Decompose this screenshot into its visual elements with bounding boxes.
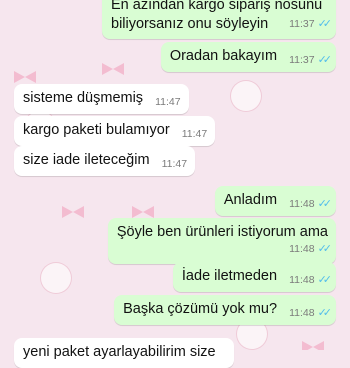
message-text: sisteme düşmemiş	[23, 90, 144, 106]
message-text: En azından kargo sipariş nosunu	[111, 0, 323, 13]
message-time: 11:37	[289, 54, 315, 66]
message-text: size iade ileteceğim	[23, 152, 150, 168]
message-time: 11:47	[181, 128, 208, 140]
message-text: kargo paketi bulamıyor	[23, 122, 170, 138]
outgoing-message[interactable]: Oradan bakayım 11:37 ✓✓	[160, 42, 336, 72]
message-time: 11:47	[155, 96, 181, 108]
message-text: Oradan bakayım	[169, 48, 278, 64]
outgoing-message[interactable]: Başka çözümü yok mu? 11:48 ✓✓	[114, 295, 336, 325]
outgoing-message[interactable]: Anladım 11:48 ✓✓	[214, 186, 336, 216]
message-text: yeni paket ayarlayabilirim size	[23, 344, 216, 360]
message-text: İade iletmeden	[181, 268, 278, 284]
incoming-message[interactable]: kargo paketi bulamıyor 11:47	[14, 116, 216, 146]
incoming-message[interactable]: yeni paket ayarlayabilirim size	[14, 338, 234, 368]
message-time: 11:48	[289, 198, 315, 210]
message-time: 11:48	[289, 243, 315, 255]
double-check-icon: ✓✓	[317, 243, 333, 255]
incoming-message[interactable]: sisteme düşmemiş 11:47	[14, 84, 189, 114]
message-time: 11:47	[161, 158, 188, 170]
double-check-icon: ✓✓	[317, 18, 333, 30]
message-time: 11:48	[289, 307, 315, 319]
outgoing-message[interactable]: Şöyle ben ürünleri istiyorum ama 11:48 ✓✓	[107, 218, 336, 264]
message-text: Anladım	[223, 192, 278, 208]
message-text: biliyorsanız onu söyleyin	[111, 16, 269, 32]
message-text: Başka çözümü yok mu?	[123, 301, 278, 317]
message-time: 11:37	[289, 18, 315, 30]
outgoing-message[interactable]: En azından kargo sipariş nosunu biliyors…	[102, 0, 336, 39]
chat-messages[interactable]: En azından kargo sipariş nosunu biliyors…	[0, 0, 350, 368]
double-check-icon: ✓✓	[317, 54, 333, 66]
double-check-icon: ✓✓	[317, 274, 333, 286]
double-check-icon: ✓✓	[317, 198, 333, 210]
outgoing-message[interactable]: İade iletmeden 11:48 ✓✓	[172, 262, 336, 292]
double-check-icon: ✓✓	[317, 307, 333, 319]
message-time: 11:48	[289, 274, 315, 286]
incoming-message[interactable]: size iade ileteceğim 11:47	[14, 146, 196, 176]
